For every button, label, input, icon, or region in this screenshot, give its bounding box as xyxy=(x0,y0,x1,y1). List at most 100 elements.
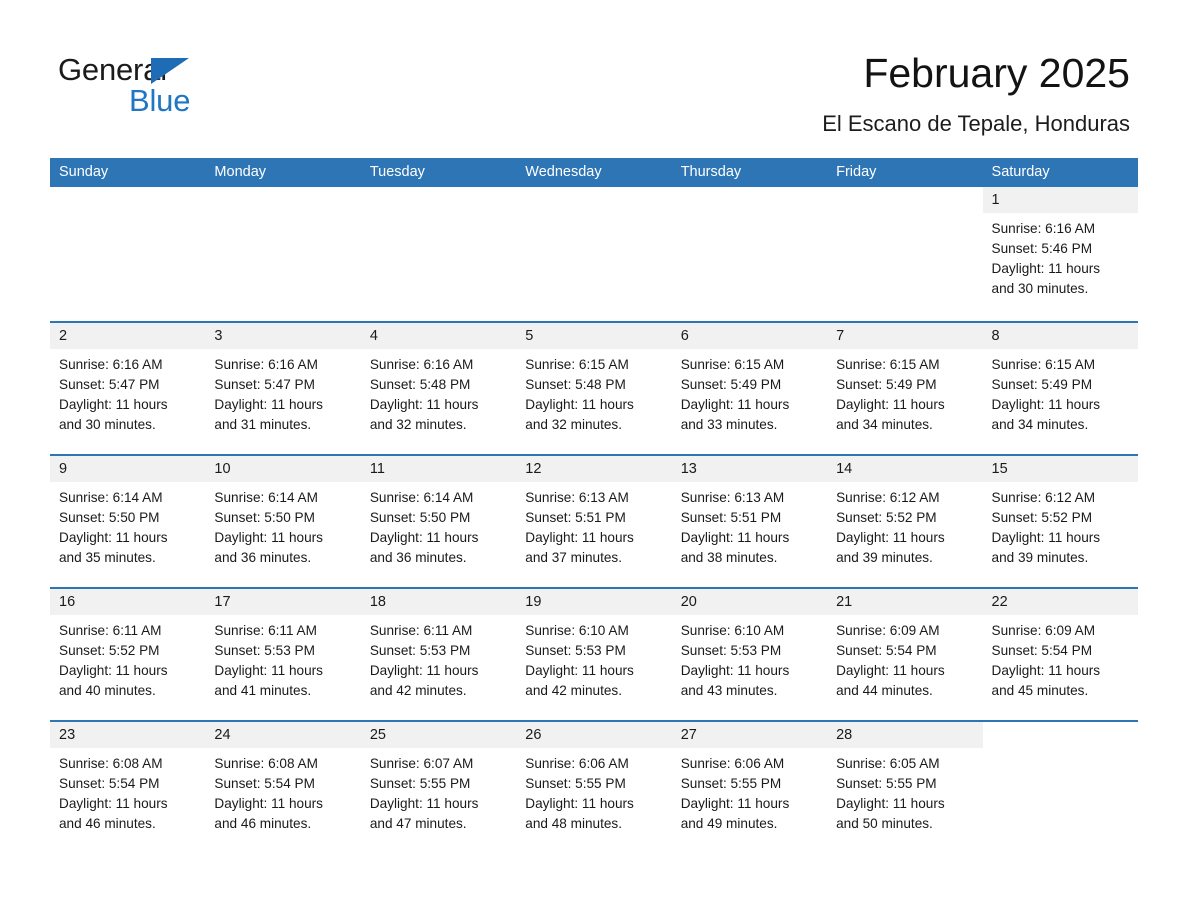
logo-triangle-icon xyxy=(151,58,189,84)
sunset-time: Sunset: 5:46 PM xyxy=(991,241,1093,256)
weekday-header-friday: Friday xyxy=(836,164,877,180)
sunrise-time: Sunrise: 6:06 AM xyxy=(680,756,785,771)
sunset-time: Sunset: 5:55 PM xyxy=(525,776,626,791)
daylight-duration-line1: Daylight: 11 hours xyxy=(680,397,790,412)
calendar-day-cell[interactable]: 4 Sunrise: 6:16 AM Sunset: 5:48 PM Daylight… xyxy=(360,323,517,454)
sunset-time: Sunset: 5:53 PM xyxy=(369,643,471,658)
day-details: Sunrise: 6:11 AM Sunset: 5:53 PM Daylight:… xyxy=(361,615,516,701)
calendar-day-cell[interactable]: 3 Sunrise: 6:16 AM Sunset: 5:47 PM Daylight… xyxy=(205,323,361,454)
calendar-day-cell[interactable]: 24 Sunrise: 6:08 AM Sunset: 5:54 PM Dayligh… xyxy=(205,722,361,853)
sunset-time: Sunset: 5:47 PM xyxy=(214,377,315,392)
weekday-header-saturday: Saturday xyxy=(991,164,1050,180)
day-number: 14 xyxy=(827,456,983,482)
sunset-time: Sunset: 5:55 PM xyxy=(680,776,782,791)
sunrise-time: Sunrise: 6:09 AM xyxy=(836,623,940,638)
sunrise-time: Sunrise: 6:11 AM xyxy=(214,623,317,638)
daylight-duration-line2: and 32 minutes. xyxy=(369,417,467,432)
sunrise-time: Sunrise: 6:16 AM xyxy=(214,357,318,372)
day-number: 3 xyxy=(205,323,361,349)
calendar-day-cell[interactable]: 13 Sunrise: 6:13 AM Sunset: 5:51 PM Dayligh… xyxy=(671,456,828,587)
daylight-duration-line2: and 39 minutes. xyxy=(836,550,933,565)
calendar-day-cell[interactable]: 20 Sunrise: 6:10 AM Sunset: 5:53 PM Dayligh… xyxy=(671,589,828,720)
sunset-time: Sunset: 5:49 PM xyxy=(680,377,782,392)
calendar-weeks: 1 Sunrise: 6:16 AM Sunset: 5:46 PM Daylight… xyxy=(50,187,1138,853)
day-details: Sunrise: 6:16 AM Sunset: 5:48 PM Daylight:… xyxy=(361,349,516,435)
daylight-duration-line2: and 36 minutes. xyxy=(369,550,467,565)
calendar-day-cell[interactable]: 1 Sunrise: 6:16 AM Sunset: 5:46 PM Daylight… xyxy=(982,187,1138,321)
calendar-day-cell[interactable]: 28 Sunrise: 6:05 AM Sunset: 5:55 PM Dayligh… xyxy=(827,722,983,853)
sunset-time: Sunset: 5:53 PM xyxy=(680,643,782,658)
daylight-duration-line1: Daylight: 11 hours xyxy=(369,663,479,678)
daylight-duration-line1: Daylight: 11 hours xyxy=(991,530,1101,545)
daylight-duration-line1: Daylight: 11 hours xyxy=(525,663,634,678)
day-number: 28 xyxy=(827,722,983,748)
calendar-day-cell[interactable]: 23 Sunrise: 6:08 AM Sunset: 5:54 PM Dayligh… xyxy=(50,722,206,853)
daylight-duration-line1: Daylight: 11 hours xyxy=(836,663,945,678)
sunset-time: Sunset: 5:53 PM xyxy=(525,643,626,658)
day-number: 6 xyxy=(671,323,828,349)
generalblue-logo: General Blue xyxy=(58,52,288,120)
day-number: 24 xyxy=(205,722,361,748)
day-details: Sunrise: 6:11 AM Sunset: 5:52 PM Daylight:… xyxy=(50,615,205,701)
calendar-day-cell[interactable]: 6 Sunrise: 6:15 AM Sunset: 5:49 PM Daylight… xyxy=(671,323,828,454)
weekday-header-wednesday: Wednesday xyxy=(525,164,602,180)
sunset-time: Sunset: 5:54 PM xyxy=(836,643,937,658)
calendar-day-cell[interactable]: 9 Sunrise: 6:14 AM Sunset: 5:50 PM Daylight… xyxy=(50,456,206,587)
calendar-day-cell[interactable]: 10 Sunrise: 6:14 AM Sunset: 5:50 PM Dayligh… xyxy=(205,456,361,587)
calendar-day-cell[interactable]: 12 Sunrise: 6:13 AM Sunset: 5:51 PM Dayligh… xyxy=(516,456,672,587)
day-details: Sunrise: 6:15 AM Sunset: 5:49 PM Daylight:… xyxy=(983,349,1138,435)
calendar-week-row: 2 Sunrise: 6:16 AM Sunset: 5:47 PM Daylight… xyxy=(50,321,1138,454)
daylight-duration-line1: Daylight: 11 hours xyxy=(59,796,168,811)
calendar-day-empty xyxy=(50,187,205,321)
day-details: Sunrise: 6:16 AM Sunset: 5:46 PM Daylight:… xyxy=(983,213,1138,299)
calendar-day-cell[interactable]: 25 Sunrise: 6:07 AM Sunset: 5:55 PM Dayligh… xyxy=(360,722,517,853)
day-details: Sunrise: 6:16 AM Sunset: 5:47 PM Daylight:… xyxy=(50,349,205,435)
sunset-time: Sunset: 5:47 PM xyxy=(59,377,160,392)
daylight-duration-line2: and 39 minutes. xyxy=(991,550,1089,565)
calendar-day-empty xyxy=(361,187,516,321)
weekday-header-row: Sunday Monday Tuesday Wednesday Thursday… xyxy=(50,158,1138,187)
calendar-day-cell[interactable]: 27 Sunrise: 6:06 AM Sunset: 5:55 PM Dayligh… xyxy=(671,722,828,853)
location-subtitle: El Escano de Tepale, Honduras xyxy=(822,111,1130,136)
day-number: 27 xyxy=(671,722,828,748)
daylight-duration-line1: Daylight: 11 hours xyxy=(991,663,1101,678)
day-number: 20 xyxy=(671,589,828,615)
daylight-duration-line2: and 30 minutes. xyxy=(991,281,1089,296)
daylight-duration-line2: and 34 minutes. xyxy=(991,417,1089,432)
calendar-day-cell[interactable]: 16 Sunrise: 6:11 AM Sunset: 5:52 PM Dayligh… xyxy=(50,589,206,720)
sunset-time: Sunset: 5:51 PM xyxy=(525,510,626,525)
daylight-duration-line1: Daylight: 11 hours xyxy=(525,796,634,811)
daylight-duration-line1: Daylight: 11 hours xyxy=(836,530,945,545)
calendar-week-row: 1 Sunrise: 6:16 AM Sunset: 5:46 PM Daylight… xyxy=(50,187,1138,321)
calendar-day-cell[interactable]: 18 Sunrise: 6:11 AM Sunset: 5:53 PM Dayligh… xyxy=(360,589,517,720)
daylight-duration-line2: and 37 minutes. xyxy=(525,550,622,565)
daylight-duration-line1: Daylight: 11 hours xyxy=(214,663,323,678)
sunset-time: Sunset: 5:50 PM xyxy=(369,510,471,525)
sunrise-time: Sunrise: 6:12 AM xyxy=(991,490,1096,505)
calendar-week-row: 23 Sunrise: 6:08 AM Sunset: 5:54 PM Dayligh… xyxy=(50,720,1138,853)
calendar-day-cell[interactable]: 2 Sunrise: 6:16 AM Sunset: 5:47 PM Daylight… xyxy=(50,323,206,454)
page-header: General Blue February 2025 El Escano de … xyxy=(0,0,1188,155)
calendar-day-cell[interactable]: 15 Sunrise: 6:12 AM Sunset: 5:52 PM Dayligh… xyxy=(982,456,1138,587)
day-number: 2 xyxy=(50,323,206,349)
calendar-day-cell[interactable]: 21 Sunrise: 6:09 AM Sunset: 5:54 PM Dayligh… xyxy=(827,589,983,720)
calendar-day-cell[interactable]: 8 Sunrise: 6:15 AM Sunset: 5:49 PM Daylight… xyxy=(982,323,1138,454)
day-details: Sunrise: 6:15 AM Sunset: 5:48 PM Daylight:… xyxy=(516,349,671,435)
sunset-time: Sunset: 5:54 PM xyxy=(991,643,1093,658)
sunset-time: Sunset: 5:53 PM xyxy=(214,643,315,658)
calendar-day-cell[interactable]: 11 Sunrise: 6:14 AM Sunset: 5:50 PM Dayligh… xyxy=(360,456,517,587)
calendar-day-cell[interactable]: 26 Sunrise: 6:06 AM Sunset: 5:55 PM Dayligh… xyxy=(516,722,672,853)
calendar-day-cell[interactable]: 17 Sunrise: 6:11 AM Sunset: 5:53 PM Dayligh… xyxy=(205,589,361,720)
daylight-duration-line2: and 30 minutes. xyxy=(59,417,156,432)
daylight-duration-line2: and 46 minutes. xyxy=(59,816,156,831)
sunrise-time: Sunrise: 6:08 AM xyxy=(59,756,163,771)
title-block: February 2025 El Escano de Tepale, Hondu… xyxy=(822,48,1130,140)
sunrise-time: Sunrise: 6:09 AM xyxy=(991,623,1096,638)
calendar-day-cell[interactable]: 7 Sunrise: 6:15 AM Sunset: 5:49 PM Daylight… xyxy=(827,323,983,454)
day-details: Sunrise: 6:16 AM Sunset: 5:47 PM Daylight:… xyxy=(205,349,360,435)
calendar-day-cell[interactable]: 22 Sunrise: 6:09 AM Sunset: 5:54 PM Dayligh… xyxy=(982,589,1138,720)
calendar-day-cell[interactable]: 19 Sunrise: 6:10 AM Sunset: 5:53 PM Dayligh… xyxy=(516,589,672,720)
day-details: Sunrise: 6:06 AM Sunset: 5:55 PM Daylight:… xyxy=(672,748,827,834)
calendar-day-cell[interactable]: 5 Sunrise: 6:15 AM Sunset: 5:48 PM Daylight… xyxy=(516,323,672,454)
calendar-day-cell[interactable]: 14 Sunrise: 6:12 AM Sunset: 5:52 PM Dayligh… xyxy=(827,456,983,587)
